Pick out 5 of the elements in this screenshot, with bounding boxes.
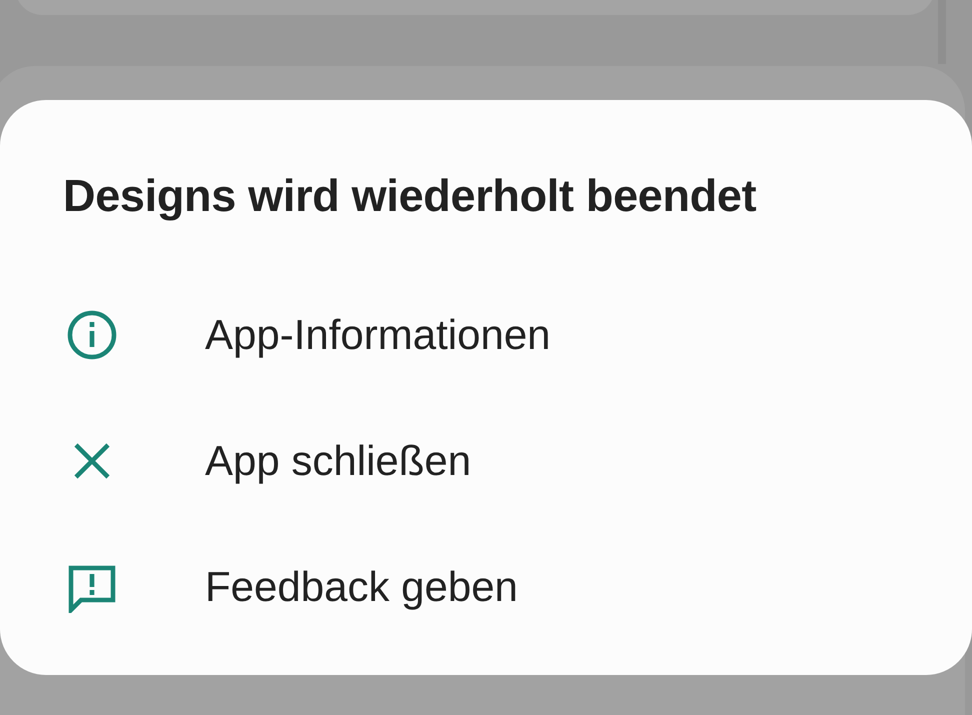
menu-item[interactable]: App-Informationen	[63, 272, 972, 398]
info-icon	[66, 309, 118, 361]
dialog-title: Designs wird wiederholt beendet	[63, 170, 758, 222]
menu-item[interactable]: Feedback geben	[63, 524, 972, 650]
menu-item[interactable]: App schließen	[63, 398, 972, 524]
